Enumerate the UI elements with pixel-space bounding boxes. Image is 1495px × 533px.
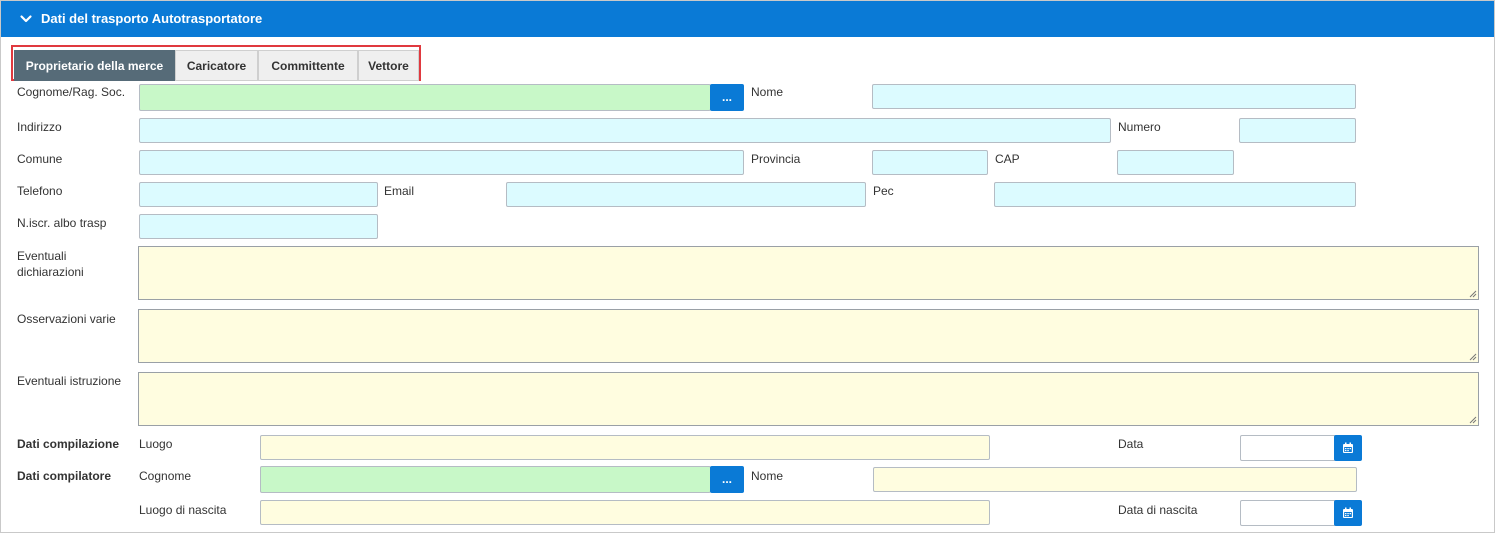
data-input[interactable] (1240, 435, 1336, 461)
email-label: Email (384, 184, 415, 198)
compilatore-cognome-lookup-button[interactable]: ... (710, 466, 744, 493)
calendar-icon (1343, 442, 1353, 453)
data-nascita-label: Data di nascita (1118, 503, 1198, 517)
dati-compilatore-section-label: Dati compilatore (17, 469, 112, 483)
n-iscr-albo-input[interactable] (139, 214, 378, 239)
nome-input[interactable] (872, 84, 1356, 109)
osservazioni-varie-textarea[interactable] (138, 309, 1479, 363)
provincia-label: Provincia (751, 152, 801, 166)
n-iscr-albo-label: N.iscr. albo trasp (17, 216, 107, 230)
nome-label: Nome (751, 85, 784, 99)
comune-label: Comune (17, 152, 63, 166)
dati-compilazione-section-label: Dati compilazione (17, 437, 120, 451)
tab-proprietario-della-merce[interactable]: Proprietario della merce (14, 50, 175, 81)
resize-grip-icon[interactable] (1469, 353, 1477, 361)
compilatore-nome-input[interactable] (873, 467, 1357, 492)
pec-label: Pec (873, 184, 894, 198)
eventuali-istruzione-textarea[interactable] (138, 372, 1479, 426)
eventuali-dichiarazioni-label: Eventuali dichiarazioni (17, 248, 84, 280)
cap-input[interactable] (1117, 150, 1234, 175)
eventuali-dichiarazioni-label-line1: Eventuali (17, 249, 67, 263)
calendar-button[interactable] (1334, 435, 1362, 461)
lookup-button-label: ... (721, 471, 732, 486)
pec-input[interactable] (994, 182, 1356, 207)
lookup-button-label: ... (721, 89, 732, 104)
resize-grip-icon[interactable] (1469, 416, 1477, 424)
section-title: Dati del trasporto Autotrasportatore (41, 11, 263, 26)
osservazioni-varie-label: Osservazioni varie (17, 312, 116, 326)
chevron-down-icon[interactable] (19, 12, 33, 26)
luogo-label: Luogo (139, 437, 173, 451)
cognome-lookup-button[interactable]: ... (710, 84, 744, 111)
numero-input[interactable] (1239, 118, 1356, 143)
compilatore-cognome-label: Cognome (139, 469, 192, 483)
luogo-nascita-label: Luogo di nascita (139, 503, 227, 517)
luogo-nascita-input[interactable] (260, 500, 990, 525)
telefono-input[interactable] (139, 182, 378, 207)
calendar-icon (1343, 507, 1353, 518)
cap-label: CAP (995, 152, 1020, 166)
comune-input[interactable] (139, 150, 744, 175)
luogo-input[interactable] (260, 435, 990, 460)
eventuali-dichiarazioni-textarea[interactable] (138, 246, 1479, 300)
telefono-label: Telefono (17, 184, 63, 198)
email-input[interactable] (506, 182, 866, 207)
compilatore-nome-label: Nome (751, 469, 784, 483)
tab-vettore[interactable]: Vettore (358, 50, 419, 81)
resize-grip-icon[interactable] (1469, 290, 1477, 298)
data-label: Data (1118, 437, 1144, 451)
provincia-input[interactable] (872, 150, 988, 175)
data-nascita-input[interactable] (1240, 500, 1336, 526)
tab-caricatore[interactable]: Caricatore (175, 50, 258, 81)
indirizzo-input[interactable] (139, 118, 1111, 143)
indirizzo-label: Indirizzo (17, 120, 62, 134)
tab-committente[interactable]: Committente (258, 50, 358, 81)
section-header[interactable]: Dati del trasporto Autotrasportatore (1, 1, 1494, 37)
eventuali-dichiarazioni-label-line2: dichiarazioni (17, 265, 84, 279)
cognome-rag-soc-input[interactable] (139, 84, 711, 111)
compilatore-cognome-input[interactable] (260, 466, 711, 493)
numero-label: Numero (1118, 120, 1161, 134)
eventuali-istruzione-label: Eventuali istruzione (17, 374, 122, 388)
cognome-rag-soc-label: Cognome/Rag. Soc. (17, 85, 126, 99)
calendar-button-nascita[interactable] (1334, 500, 1362, 526)
